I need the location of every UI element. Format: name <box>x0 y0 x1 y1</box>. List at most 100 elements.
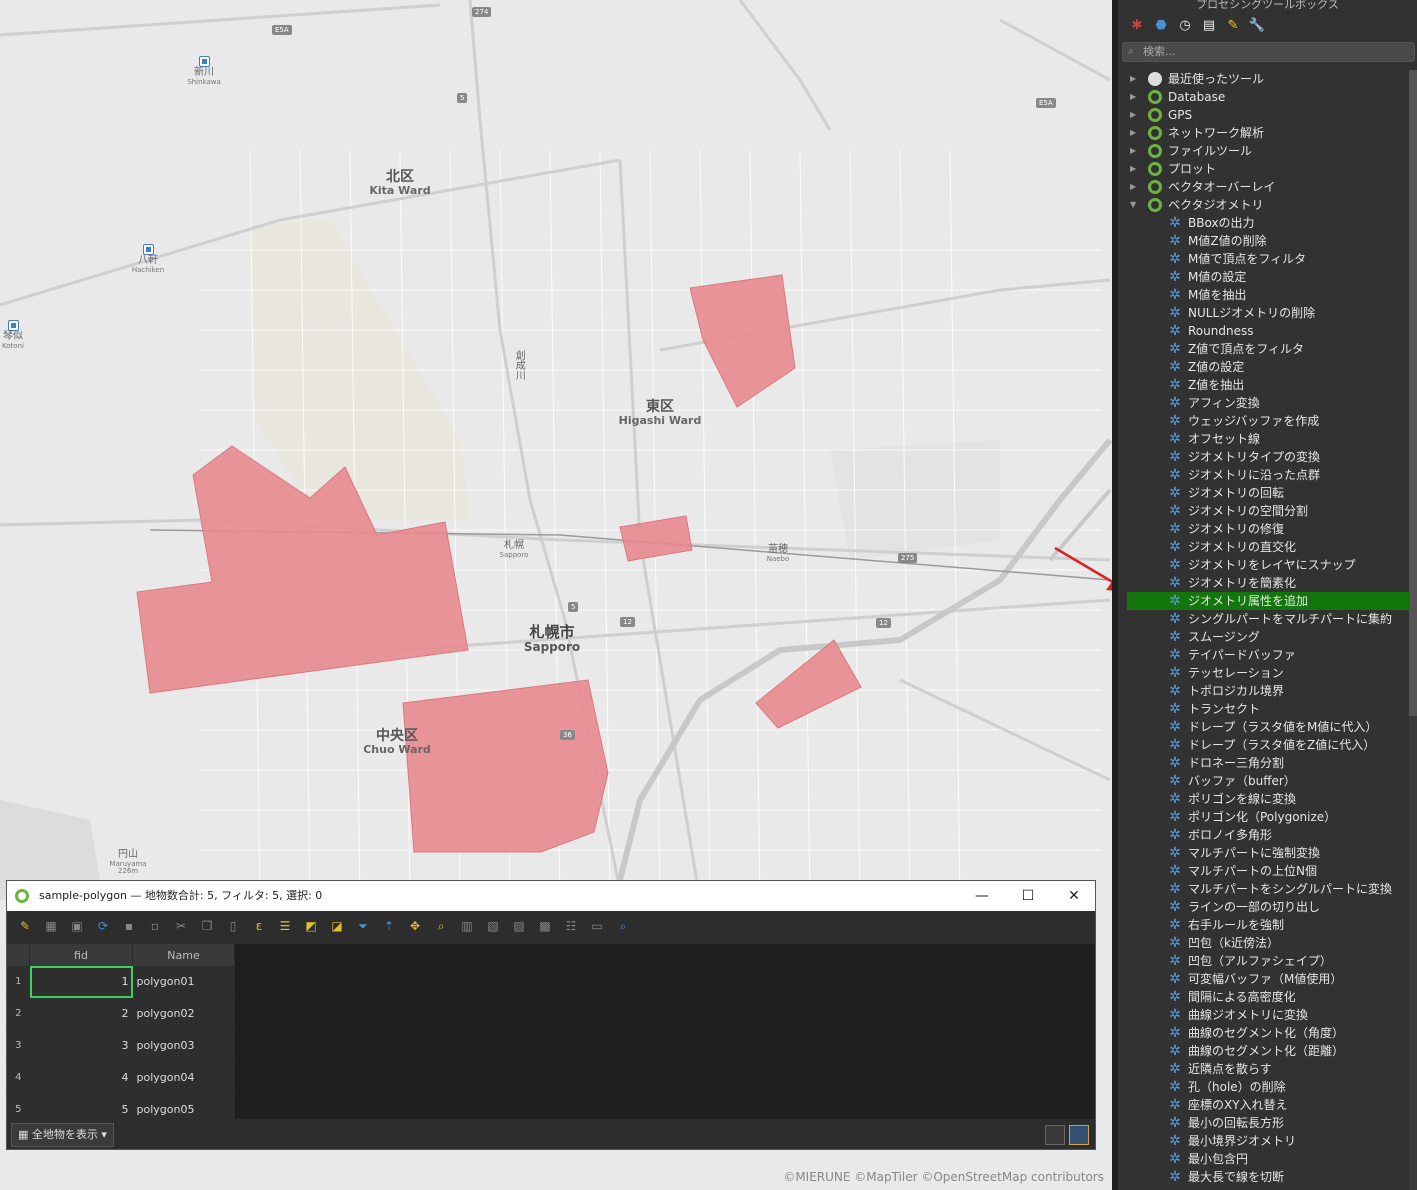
reload-icon[interactable]: ⟳ <box>91 915 115 937</box>
select-by-expression-icon[interactable]: ε <box>247 915 271 937</box>
collapsed-arrow-icon[interactable]: ▶ <box>1130 70 1136 88</box>
table-row[interactable]: 4 4 polygon04 <box>7 1061 235 1094</box>
table-row[interactable]: 2 2 polygon02 <box>7 997 235 1030</box>
algorithm-item[interactable]: ✲ ドレープ（ラスタ値をZ値に代入） <box>1118 736 1403 754</box>
algorithm-item[interactable]: ✲ 最大長で線を切断 <box>1118 1168 1403 1186</box>
multi-edit-icon[interactable]: ▦ <box>39 915 63 937</box>
algorithm-item[interactable]: ✲ ジオメトリの空間分割 <box>1118 502 1403 520</box>
algorithm-item[interactable]: ✲ 凹包（アルファシェイプ） <box>1118 952 1403 970</box>
algorithm-item[interactable]: ✲ マルチパートをシングルパートに変換 <box>1118 880 1403 898</box>
row-number[interactable]: 3 <box>7 1029 30 1062</box>
close-button[interactable]: ✕ <box>1051 881 1097 911</box>
corner-header[interactable] <box>7 944 30 966</box>
edit-features-icon[interactable]: ✎ <box>1224 16 1242 34</box>
cell-name[interactable]: polygon02 <box>132 997 235 1030</box>
table-view-button[interactable] <box>1069 1125 1089 1145</box>
algorithm-item[interactable]: ✲ Roundness <box>1118 322 1403 340</box>
history-icon[interactable]: ◷ <box>1176 16 1194 34</box>
options-icon[interactable]: 🔧 <box>1248 16 1266 34</box>
toggle-editing-icon[interactable]: ✎ <box>13 915 37 937</box>
toolbox-category[interactable]: ▶ Database <box>1118 88 1403 106</box>
algorithm-item[interactable]: ✲ Z値の設定 <box>1118 358 1403 376</box>
show-all-features-dropdown[interactable]: ▦ 全地物を表示 ▾ <box>11 1123 114 1147</box>
toolbox-category[interactable]: ▶ ファイルツール <box>1118 142 1403 160</box>
algorithm-item[interactable]: ✲ 近隣点を散らす <box>1118 1060 1403 1078</box>
row-number[interactable]: 4 <box>7 1061 30 1094</box>
algorithm-item[interactable]: ✲ 間隔による高密度化 <box>1118 988 1403 1006</box>
row-number[interactable]: 1 <box>7 966 30 998</box>
move-selection-top-icon[interactable]: ⇡ <box>377 915 401 937</box>
algorithm-item[interactable]: ✲ マルチパートの上位N個 <box>1118 862 1403 880</box>
algorithm-item[interactable]: ✲ M値で頂点をフィルタ <box>1118 250 1403 268</box>
algorithm-item[interactable]: ✲ M値の設定 <box>1118 268 1403 286</box>
collapsed-arrow-icon[interactable]: ▶ <box>1130 160 1136 178</box>
algorithm-item[interactable]: ✲ NULLジオメトリの削除 <box>1118 304 1403 322</box>
algorithm-item[interactable]: ✲ オフセット線 <box>1118 430 1403 448</box>
algorithm-item[interactable]: ✲ ラインの一部の切り出し <box>1118 898 1403 916</box>
select-all-icon[interactable]: ☰ <box>273 915 297 937</box>
pan-to-selected-icon[interactable]: ✥ <box>403 915 427 937</box>
paste-icon[interactable]: ▯ <box>221 915 245 937</box>
toolbox-category[interactable]: ▶ プロット <box>1118 160 1403 178</box>
algorithm-item[interactable]: ✲ 曲線のセグメント化（距離） <box>1118 1042 1403 1060</box>
add-feature-icon[interactable]: ▪ <box>117 915 141 937</box>
minimize-button[interactable]: — <box>959 881 1005 911</box>
column-header-name[interactable]: Name <box>132 944 235 966</box>
algorithm-item[interactable]: ✲ 凹包（k近傍法） <box>1118 934 1403 952</box>
algorithm-item[interactable]: ✲ ウェッジバッファを作成 <box>1118 412 1403 430</box>
algorithm-item[interactable]: ✲ トランセクト <box>1118 700 1403 718</box>
algorithm-item[interactable]: ✲ M値Z値の削除 <box>1118 232 1403 250</box>
toolbox-search-input[interactable]: ⌕ 検索... <box>1122 42 1415 62</box>
cell-name[interactable]: polygon04 <box>132 1061 235 1094</box>
algorithm-item[interactable]: ✲ テイパードバッファ <box>1118 646 1403 664</box>
deselect-all-icon[interactable]: ◪ <box>325 915 349 937</box>
algorithm-item[interactable]: ✲ ボロノイ多角形 <box>1118 826 1403 844</box>
algorithm-item[interactable]: ✲ バッファ（buffer） <box>1118 772 1403 790</box>
toolbox-category[interactable]: ▶ ベクタオーバーレイ <box>1118 178 1403 196</box>
toolbox-category[interactable]: ▼ ベクタジオメトリ <box>1118 196 1403 214</box>
algorithm-item[interactable]: ✲ 曲線のセグメント化（角度） <box>1118 1024 1403 1042</box>
algorithm-item[interactable]: ✲ シングルパートをマルチパートに集約 <box>1118 610 1403 628</box>
algorithm-item[interactable]: ✲ ジオメトリをレイヤにスナップ <box>1118 556 1403 574</box>
algorithm-item[interactable]: ✲ 最小包含円 <box>1118 1150 1403 1168</box>
collapsed-arrow-icon[interactable]: ▶ <box>1130 106 1136 124</box>
algorithm-item[interactable]: ✲ マルチパートに強制変換 <box>1118 844 1403 862</box>
delete-feature-icon[interactable]: ▫ <box>143 915 167 937</box>
algorithm-item[interactable]: ✲ ジオメトリタイプの変換 <box>1118 448 1403 466</box>
results-icon[interactable]: ▤ <box>1200 16 1218 34</box>
scrollbar-thumb[interactable] <box>1409 70 1417 716</box>
cell-name[interactable]: polygon01 <box>132 966 235 998</box>
actions-icon[interactable]: ☷ <box>559 915 583 937</box>
copy-icon[interactable]: ❐ <box>195 915 219 937</box>
algorithm-item[interactable]: ✲ ジオメトリの回転 <box>1118 484 1403 502</box>
python-icon[interactable]: ⬣ <box>1152 16 1170 34</box>
window-titlebar[interactable]: sample-polygon — 地物数合計: 5, フィルタ: 5, 選択: … <box>7 881 1095 911</box>
algorithm-item[interactable]: ✲ 孔（hole）の削除 <box>1118 1078 1403 1096</box>
dock-icon[interactable]: ▭ <box>585 915 609 937</box>
algorithm-item[interactable]: ✲ ドロネー三角分割 <box>1118 754 1403 772</box>
algorithm-item[interactable]: ✲ トポロジカル境界 <box>1118 682 1403 700</box>
toolbox-category[interactable]: ▶ ネットワーク解析 <box>1118 124 1403 142</box>
delete-field-icon[interactable]: ▧ <box>481 915 505 937</box>
cell-fid[interactable]: 2 <box>29 997 133 1030</box>
save-edits-icon[interactable]: ▣ <box>65 915 89 937</box>
table-row[interactable]: 3 3 polygon03 <box>7 1029 235 1062</box>
cell-fid[interactable]: 4 <box>29 1061 133 1094</box>
algorithm-item[interactable]: ✲ BBoxの出力 <box>1118 214 1403 232</box>
algorithm-item-selected[interactable]: ✲ ジオメトリ属性を追加 <box>1127 592 1410 610</box>
algorithm-item[interactable]: ✲ アフィン変換 <box>1118 394 1403 412</box>
collapsed-arrow-icon[interactable]: ▶ <box>1130 142 1136 160</box>
cell-name[interactable]: polygon03 <box>132 1029 235 1062</box>
algorithm-item[interactable]: ✲ ジオメトリの修復 <box>1118 520 1403 538</box>
algorithm-item[interactable]: ✲ M値を抽出 <box>1118 286 1403 304</box>
cell-fid[interactable]: 1 <box>29 966 133 998</box>
algorithm-item[interactable]: ✲ ポリゴンを線に変換 <box>1118 790 1403 808</box>
algorithm-item[interactable]: ✲ ポリゴン化（Polygonize） <box>1118 808 1403 826</box>
algorithm-item[interactable]: ✲ 可変幅バッファ（M値使用） <box>1118 970 1403 988</box>
algorithm-item[interactable]: ✲ 最小の回転長方形 <box>1118 1114 1403 1132</box>
field-calculator-icon[interactable]: ▨ <box>507 915 531 937</box>
algorithm-item[interactable]: ✲ ドレープ（ラスタ値をM値に代入） <box>1118 718 1403 736</box>
collapsed-arrow-icon[interactable]: ▶ <box>1130 178 1136 196</box>
cut-icon[interactable]: ✂ <box>169 915 193 937</box>
algorithm-item[interactable]: ✲ スムージング <box>1118 628 1403 646</box>
